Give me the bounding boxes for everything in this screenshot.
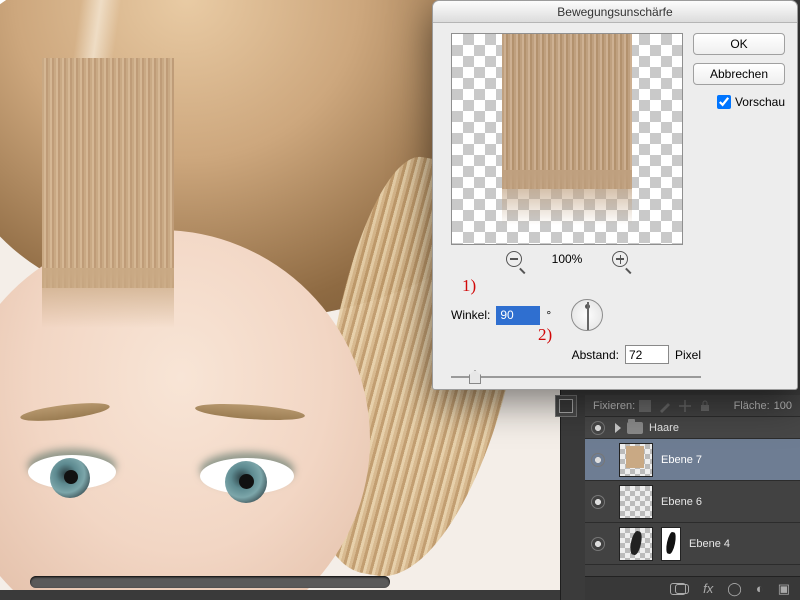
layer-thumbnail[interactable] (619, 527, 653, 561)
zoom-level: 100% (552, 252, 583, 266)
preview-checkbox-input[interactable] (717, 95, 731, 109)
layer-row[interactable]: Ebene 4 (585, 523, 800, 565)
dialog-titlebar[interactable]: Bewegungsunschärfe (433, 1, 797, 23)
layer-mask-thumbnail[interactable] (661, 527, 681, 561)
filter-preview-content (502, 34, 632, 189)
layers-panel-footer: fx ◯ ◐ ▣ (585, 576, 800, 600)
visibility-toggle-icon[interactable] (591, 495, 605, 509)
lock-all-icon[interactable] (698, 399, 712, 413)
zoom-out-icon[interactable] (506, 251, 522, 267)
new-group-icon[interactable]: ▣ (778, 581, 790, 597)
distance-row: Abstand: Pixel (451, 345, 701, 364)
layer-thumbnail[interactable] (619, 443, 653, 477)
angle-row: Winkel: ° (451, 299, 603, 331)
layer-name[interactable]: Ebene 6 (661, 496, 702, 508)
ok-button[interactable]: OK (693, 33, 785, 55)
app-stage: Fixieren: Fläche: 100 Haare Ebene 7 Eben… (0, 0, 800, 600)
dialog-title: Bewegungsunschärfe (557, 5, 672, 19)
slider-track (451, 376, 701, 378)
layer-thumbnail[interactable] (619, 485, 653, 519)
photo-pupil-left (64, 470, 78, 484)
angle-unit: ° (546, 308, 551, 322)
zoom-in-icon[interactable] (612, 251, 628, 267)
canvas-horizontal-scrollbar[interactable] (30, 576, 390, 588)
visibility-toggle-icon[interactable] (591, 421, 605, 435)
lock-brush-icon[interactable] (658, 399, 672, 413)
angle-dial[interactable] (571, 299, 603, 331)
distance-unit: Pixel (675, 348, 701, 362)
dialog-body: 100% OK Abbrechen Vorschau 1) 2) Winkel:… (433, 23, 797, 389)
quick-mask-swatch[interactable] (555, 395, 577, 417)
slider-thumb[interactable] (469, 370, 481, 384)
distance-label: Abstand: (572, 348, 619, 362)
angle-input[interactable] (496, 306, 540, 325)
link-layers-icon[interactable] (675, 584, 689, 594)
layers-panel: Fixieren: Fläche: 100 Haare Ebene 7 Eben… (585, 395, 800, 600)
visibility-toggle-icon[interactable] (591, 537, 605, 551)
lock-transparency-icon[interactable] (638, 399, 652, 413)
lock-position-icon[interactable] (678, 399, 692, 413)
layer-name[interactable]: Ebene 4 (689, 538, 730, 550)
layer-row[interactable]: Ebene 6 (585, 481, 800, 523)
adjustment-layer-icon[interactable]: ◐ (756, 581, 764, 596)
cancel-button[interactable]: Abbrechen (693, 63, 785, 85)
folder-icon (627, 422, 643, 434)
preview-zoom-controls: 100% (451, 251, 683, 267)
preview-checkbox-label: Vorschau (735, 95, 785, 109)
dialog-buttons: OK Abbrechen (693, 33, 785, 93)
add-mask-icon[interactable]: ◯ (727, 581, 742, 597)
motion-blur-applied-region (42, 58, 174, 288)
layer-fx-icon[interactable]: fx (703, 581, 713, 596)
visibility-toggle-icon[interactable] (591, 453, 605, 467)
group-disclosure-icon[interactable] (615, 423, 621, 433)
fill-label: Fläche: (734, 400, 770, 412)
fill-value[interactable]: 100 (774, 400, 792, 412)
distance-input[interactable] (625, 345, 669, 364)
photo-pupil-right (239, 474, 254, 489)
layer-name[interactable]: Ebene 7 (661, 454, 702, 466)
distance-slider[interactable] (451, 369, 701, 385)
layers-lock-row: Fixieren: Fläche: 100 (585, 395, 800, 417)
motion-blur-dialog: Bewegungsunschärfe 100% OK Abbrechen Vor… (432, 0, 798, 390)
annotation-1: 1) (462, 276, 476, 296)
angle-label: Winkel: (451, 308, 490, 322)
filter-preview[interactable] (451, 33, 683, 245)
group-name[interactable]: Haare (649, 422, 679, 434)
layer-row[interactable]: Ebene 7 (585, 439, 800, 481)
layer-group-row[interactable]: Haare (585, 417, 800, 439)
lock-label: Fixieren: (593, 400, 635, 412)
preview-checkbox[interactable]: Vorschau (717, 95, 785, 109)
